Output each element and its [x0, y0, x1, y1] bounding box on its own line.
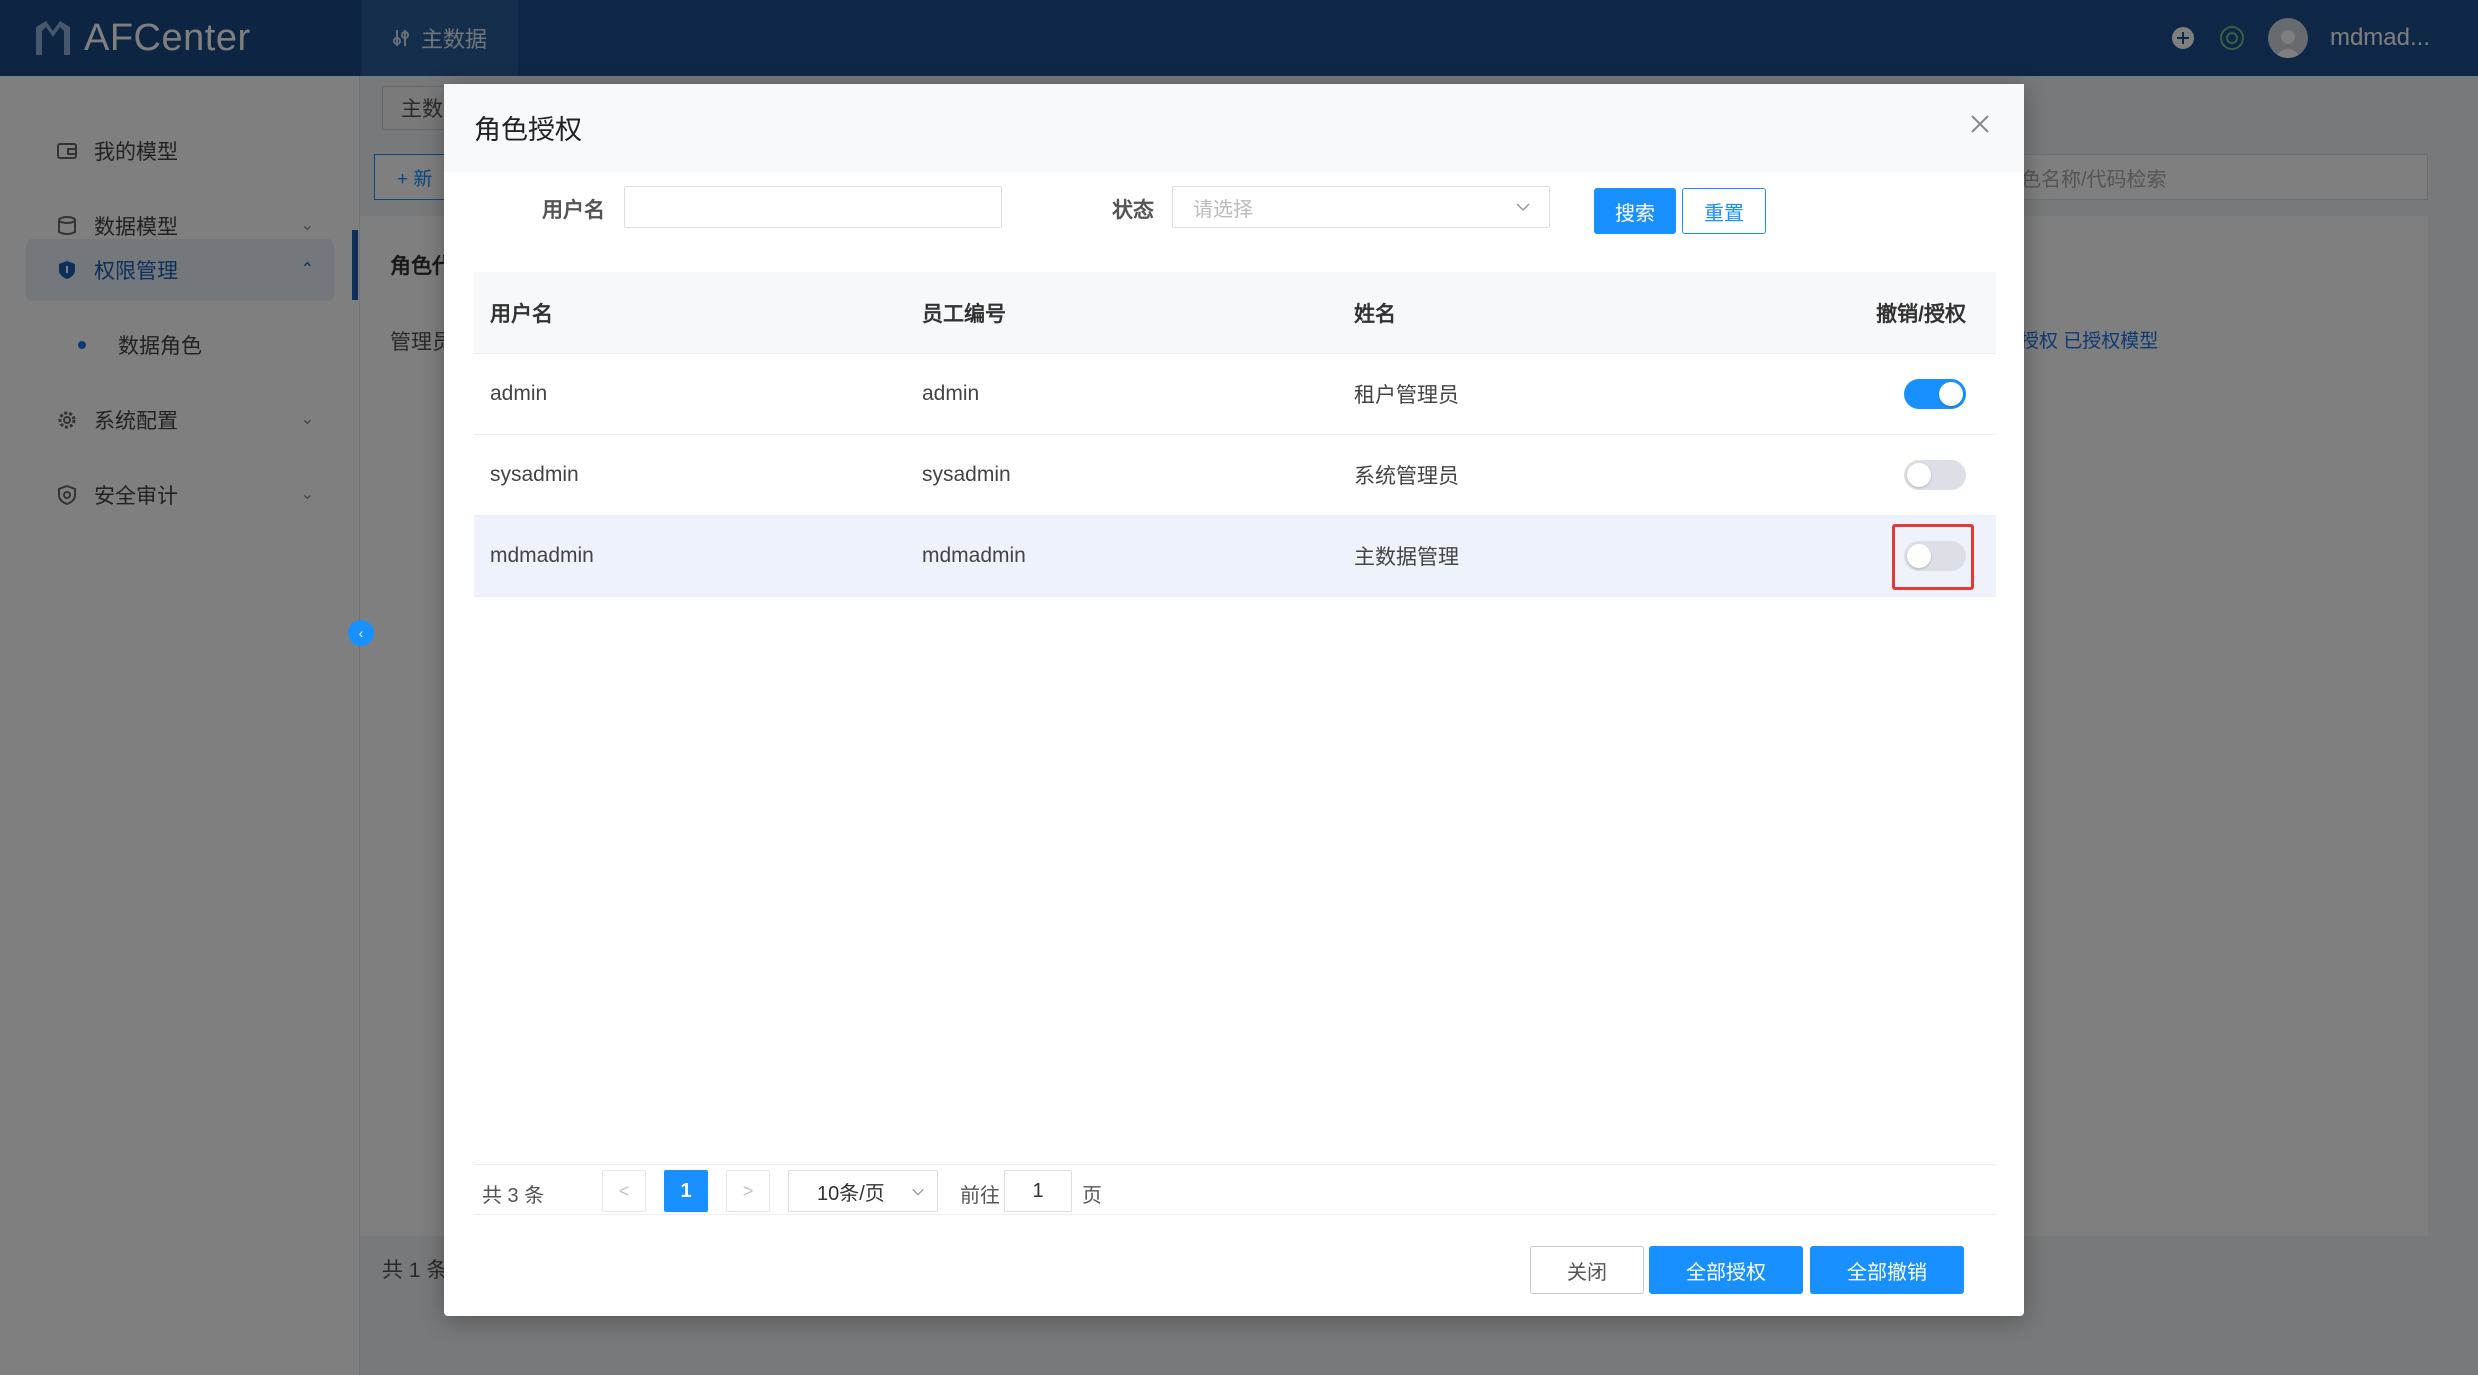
- cell-username: mdmadmin: [490, 544, 594, 567]
- status-select[interactable]: 请选择: [1172, 186, 1550, 228]
- toggle-knob: [1907, 463, 1931, 487]
- toggle-knob: [1939, 382, 1963, 406]
- reset-button[interactable]: 重置: [1682, 188, 1766, 234]
- table-row: admin admin 租户管理员: [474, 354, 1996, 435]
- revoke-all-button[interactable]: 全部撤销: [1810, 1246, 1964, 1294]
- cell-username: admin: [490, 382, 548, 405]
- users-table: 用户名 员工编号 姓名 撤销/授权 admin admin 租户管理员 sysa…: [474, 272, 1996, 597]
- highlight-box: [1892, 524, 1974, 590]
- cell-name: 主数据管理: [1354, 546, 1459, 569]
- username-label: 用户名: [542, 199, 605, 222]
- search-button[interactable]: 搜索: [1594, 188, 1676, 234]
- collapse-sidebar-icon[interactable]: ‹: [348, 620, 374, 646]
- chevron-down-icon: [1516, 203, 1530, 212]
- cell-employee-id: admin: [922, 382, 980, 405]
- table-row: sysadmin sysadmin 系统管理员: [474, 435, 1996, 516]
- divider: [474, 1214, 1996, 1215]
- cell-employee-id: mdmadmin: [922, 544, 1026, 567]
- goto-suffix: 页: [1082, 1185, 1102, 1207]
- cell-toggle: [1904, 354, 1966, 434]
- dialog-header: 角色授权: [444, 84, 2024, 172]
- authorize-toggle[interactable]: [1904, 379, 1966, 409]
- table-row: mdmadmin mdmadmin 主数据管理: [474, 516, 1996, 597]
- column-username: 用户名: [490, 302, 553, 326]
- chevron-down-icon: [912, 1188, 924, 1196]
- status-label: 状态: [1112, 199, 1154, 222]
- goto-page-input[interactable]: 1: [1004, 1170, 1072, 1212]
- divider: [474, 1164, 1996, 1165]
- close-icon[interactable]: [1966, 110, 1994, 138]
- status-placeholder: 请选择: [1193, 198, 1253, 221]
- close-button[interactable]: 关闭: [1530, 1246, 1644, 1294]
- pagination-total: 共 3 条: [482, 1185, 545, 1207]
- role-authorization-dialog: 角色授权 用户名 状态 请选择 搜索 重置 用户名 员工编号 姓名 撤销/授权 …: [444, 84, 2024, 1316]
- page-size-value: 10条/页: [817, 1182, 885, 1205]
- dialog-title: 角色授权: [474, 115, 582, 145]
- cell-employee-id: sysadmin: [922, 463, 1011, 486]
- column-revoke-grant: 撤销/授权: [1876, 302, 1966, 326]
- cell-username: sysadmin: [490, 463, 579, 486]
- table-header: 用户名 员工编号 姓名 撤销/授权: [474, 272, 1996, 354]
- cell-name: 系统管理员: [1354, 465, 1459, 488]
- cell-toggle: [1904, 435, 1966, 515]
- pagination: 共 3 条 < 1 > 10条/页 前往 1 页: [482, 1170, 1982, 1212]
- page-size-select[interactable]: 10条/页: [788, 1170, 938, 1212]
- goto-prefix: 前往: [960, 1185, 1000, 1207]
- column-employee-id: 员工编号: [922, 302, 1006, 326]
- username-input[interactable]: [624, 186, 1002, 228]
- column-name: 姓名: [1354, 302, 1396, 326]
- grant-all-button[interactable]: 全部授权: [1649, 1246, 1803, 1294]
- authorize-toggle[interactable]: [1904, 460, 1966, 490]
- page-number[interactable]: 1: [664, 1170, 708, 1212]
- next-page-icon[interactable]: >: [726, 1170, 770, 1212]
- cell-name: 租户管理员: [1354, 384, 1459, 407]
- prev-page-icon[interactable]: <: [602, 1170, 646, 1212]
